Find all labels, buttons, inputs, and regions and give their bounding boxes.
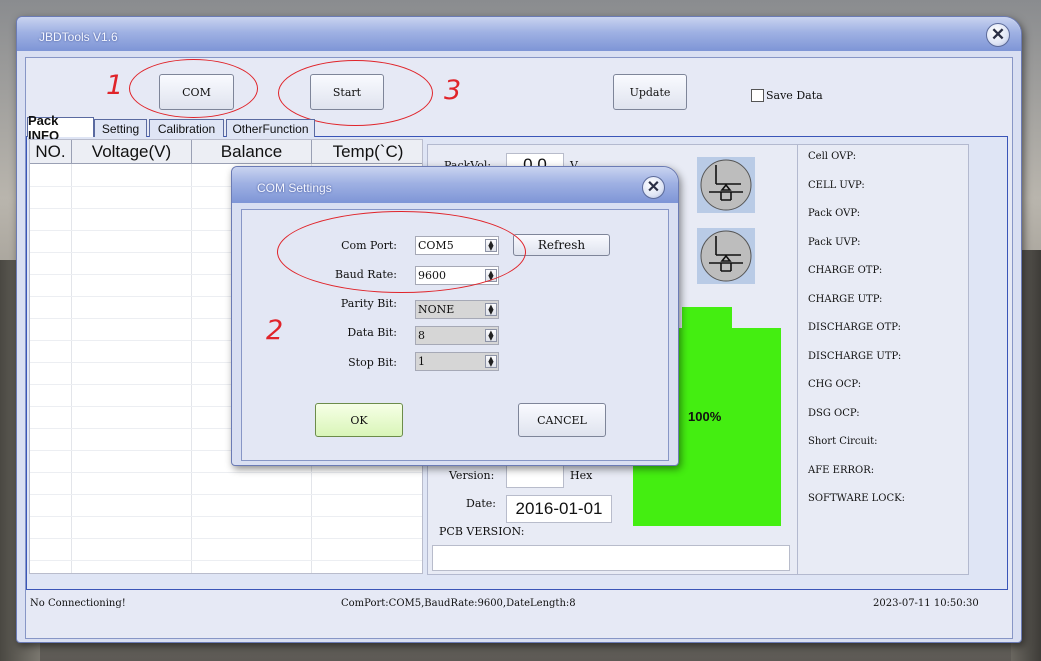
table-row <box>30 494 422 495</box>
prot-cell-uvp: CELL UVP: <box>808 180 865 191</box>
cancel-button[interactable]: CANCEL <box>518 403 606 437</box>
status-connection: No Connectioning! <box>30 598 126 609</box>
version-label: Version: <box>449 469 495 482</box>
pcb-version-field <box>432 545 790 571</box>
col-divider <box>71 164 72 573</box>
version-value <box>506 464 564 488</box>
prot-cell-ovp: Cell OVP: <box>808 151 857 162</box>
data-bit-value: 8 <box>418 329 425 342</box>
version-unit: Hex <box>570 469 593 482</box>
annotation-number-1: 1 <box>106 70 124 101</box>
window-close-icon[interactable]: ✕ <box>986 23 1010 47</box>
save-data-label: Save Data <box>766 89 823 102</box>
col-header-temp[interactable]: Temp(`C) <box>312 140 422 164</box>
tab-pack-info[interactable]: Pack INFO <box>27 113 94 143</box>
charge-mosfet-icon <box>697 157 755 213</box>
prot-pack-uvp: Pack UVP: <box>808 237 861 248</box>
table-header: NO. Voltage(V) Balance Temp(`C) <box>30 140 422 164</box>
parity-bit-select[interactable]: NONE ▲ ▼ <box>415 300 499 319</box>
data-bit-spin-icon[interactable]: ▲ ▼ <box>485 329 497 342</box>
parity-bit-value: NONE <box>418 303 455 316</box>
tab-other-function[interactable]: OtherFunction <box>226 119 315 137</box>
date-value: 2016-01-01 <box>506 495 612 523</box>
prot-dsg-ocp: DSG OCP: <box>808 408 860 419</box>
stop-bit-label: Stop Bit: <box>348 356 397 369</box>
discharge-mosfet-icon <box>697 228 755 284</box>
data-bit-label: Data Bit: <box>347 326 397 339</box>
col-divider <box>191 164 192 573</box>
annotation-number-3: 3 <box>444 75 462 106</box>
annotation-ellipse-com-settings <box>277 211 526 293</box>
col-header-no[interactable]: NO. <box>30 140 72 164</box>
panel-divider <box>797 144 798 575</box>
pcb-version-label: PCB VERSION: <box>439 525 525 538</box>
prot-pack-ovp: Pack OVP: <box>808 208 861 219</box>
parity-bit-label: Parity Bit: <box>340 297 397 310</box>
prot-discharge-otp: DISCHARGE OTP: <box>808 322 902 333</box>
prot-charge-utp: CHARGE UTP: <box>808 294 883 305</box>
table-row <box>30 472 422 473</box>
data-bit-select[interactable]: 8 ▲ ▼ <box>415 326 499 345</box>
prot-short-circuit: Short Circuit: <box>808 436 878 447</box>
prot-chg-ocp: CHG OCP: <box>808 379 862 390</box>
tab-calibration[interactable]: Calibration <box>149 119 224 137</box>
stop-bit-value: 1 <box>418 355 425 368</box>
table-row <box>30 538 422 539</box>
dialog-title-bar[interactable]: COM Settings <box>232 167 678 203</box>
annotation-ellipse-com <box>129 59 258 118</box>
prot-discharge-utp: DISCHARGE UTP: <box>808 351 902 362</box>
table-row <box>30 516 422 517</box>
battery-terminal <box>682 307 732 329</box>
title-bar[interactable]: JBDTools V1.6 <box>17 17 1021 51</box>
update-button[interactable]: Update <box>613 74 687 110</box>
dialog-title: COM Settings <box>257 181 332 195</box>
col-header-voltage[interactable]: Voltage(V) <box>72 140 192 164</box>
tab-setting[interactable]: Setting <box>94 119 147 137</box>
battery-percent: 100% <box>688 409 722 424</box>
status-datetime: 2023-07-11 10:50:30 <box>873 598 979 609</box>
stop-bit-select[interactable]: 1 ▲ ▼ <box>415 352 499 371</box>
stop-bit-spin-icon[interactable]: ▲ ▼ <box>485 355 497 368</box>
prot-charge-otp: CHARGE OTP: <box>808 265 883 276</box>
dialog-close-icon[interactable]: ✕ <box>642 176 665 199</box>
table-row <box>30 560 422 561</box>
date-label: Date: <box>466 497 497 510</box>
status-port-info: ComPort:COM5,BaudRate:9600,DateLength:8 <box>341 598 576 609</box>
prot-afe-error: AFE ERROR: <box>808 465 875 476</box>
col-header-balance[interactable]: Balance <box>192 140 312 164</box>
save-data-checkbox[interactable]: Save Data <box>751 89 823 102</box>
annotation-ellipse-start <box>278 60 433 126</box>
prot-software-lock: SOFTWARE LOCK: <box>808 493 905 504</box>
window-title: JBDTools V1.6 <box>39 30 118 44</box>
parity-bit-spin-icon[interactable]: ▲ ▼ <box>485 303 497 316</box>
refresh-button[interactable]: Refresh <box>513 234 610 256</box>
save-data-checkbox-box[interactable] <box>751 89 764 102</box>
ok-button[interactable]: OK <box>315 403 403 437</box>
annotation-number-2: 2 <box>266 315 284 346</box>
